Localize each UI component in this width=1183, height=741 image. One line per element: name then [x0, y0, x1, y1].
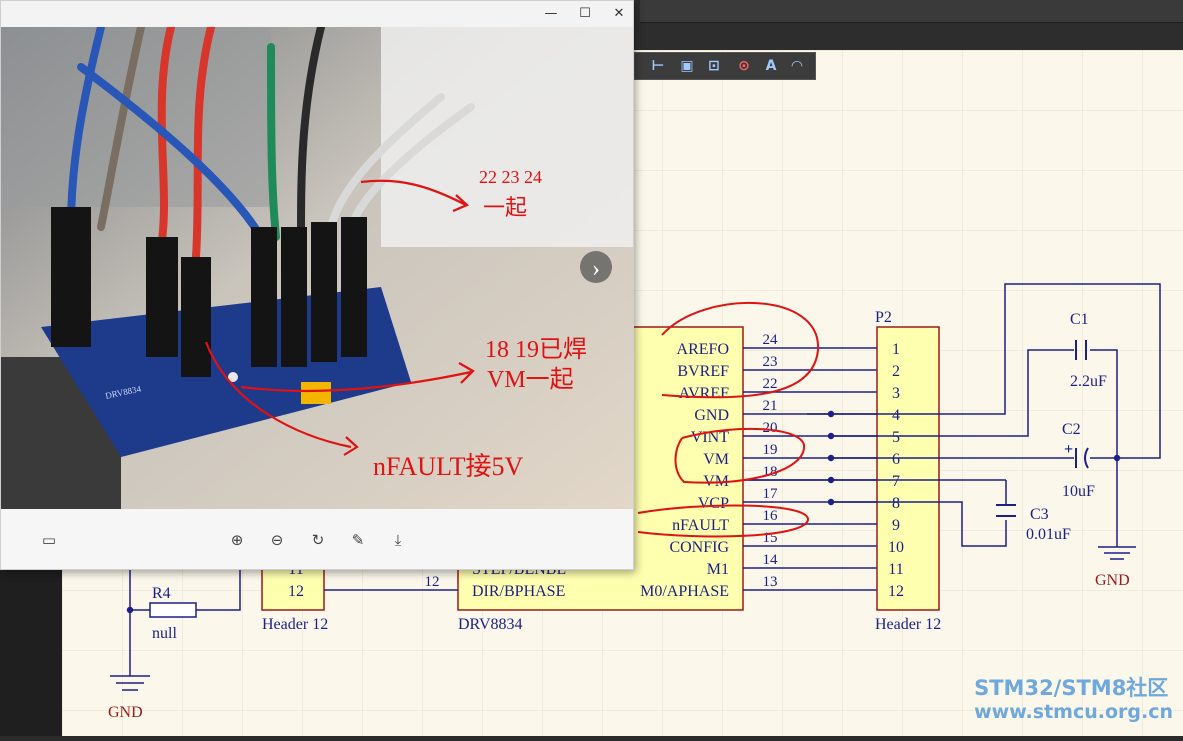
p2-pin-number: 9: [892, 517, 900, 534]
chip-pin-number: 20: [763, 420, 778, 436]
filmstrip-icon[interactable]: ▭: [38, 529, 60, 551]
close-button[interactable]: ✕: [607, 4, 631, 24]
chip-name: DRV8834: [458, 616, 523, 633]
schematic-toolbar: ⊢ ▣ ⊡ ⊙ A ◠: [634, 52, 816, 80]
gnd-label-left: GND: [108, 704, 143, 721]
c3-value: 0.01uF: [1026, 526, 1071, 543]
p2-pin-number: 4: [892, 407, 900, 424]
chip-pin-name: AREFO: [677, 341, 729, 358]
c3-ref: C3: [1030, 506, 1049, 523]
chip-pin-number: 21: [763, 398, 778, 414]
net-label-tool-icon[interactable]: ⊡: [705, 57, 723, 75]
photo-area[interactable]: › 22 23 24 一起 18 19已焊 VM一起 nFAULT接5V DRV…: [1, 27, 633, 509]
chip-pin-name: BVREF: [677, 363, 729, 380]
p2-pin-number: 1: [892, 341, 900, 358]
p2-pin-number: 7: [892, 473, 900, 490]
tab-strip: [640, 0, 1183, 23]
p2-pin-number: 11: [888, 561, 903, 578]
c1-value: 2.2uF: [1070, 373, 1107, 390]
port-tool-icon[interactable]: ⊙: [735, 57, 753, 75]
p2-pin-number: 6: [892, 451, 900, 468]
minimize-button[interactable]: —: [539, 4, 563, 24]
arc-tool-icon[interactable]: ◠: [788, 57, 806, 75]
chip-pin-number: 16: [763, 508, 779, 524]
text-tool-icon[interactable]: A: [762, 57, 780, 75]
forum-watermark: STM32/STM8社区 www.stmcu.org.cn: [974, 676, 1173, 724]
p2-name: Header 12: [875, 616, 941, 633]
r4-ref: R4: [152, 585, 171, 602]
p2-ref: P2: [875, 309, 892, 326]
chip-pin-number: 22: [763, 376, 778, 392]
viewer-title-bar[interactable]: — ☐ ✕: [1, 1, 633, 27]
chip-pin-number: 14: [763, 552, 779, 568]
watermark-line1: STM32/STM8社区: [974, 676, 1169, 700]
chip-pin-number: 13: [763, 574, 778, 590]
chip-left-pin-number: 12: [425, 574, 440, 590]
wire-tool-icon[interactable]: ⊢: [649, 57, 667, 75]
photo-viewer-window[interactable]: — ☐ ✕ › 22 23 24 一起 18 19已焊 VM一起 nFAULT接…: [0, 0, 634, 570]
p2-pin-number: 12: [888, 583, 904, 600]
next-photo-icon[interactable]: ›: [592, 256, 600, 282]
chip-pin-name: CONFIG: [669, 539, 729, 556]
chip-pin-number: 17: [763, 486, 779, 502]
chip-pin-name: M0/APHASE: [640, 583, 729, 600]
c2-plus: +: [1064, 441, 1073, 458]
chip-pin-name: VM: [703, 451, 729, 468]
chip-pin-number: 24: [763, 332, 779, 348]
chip-left-pin-name: DIR/BPHASE: [472, 583, 565, 600]
p2-pin-number: 10: [888, 539, 904, 556]
chip-pin-name: GND: [694, 407, 729, 424]
watermark-line2: www.stmcu.org.cn: [974, 701, 1173, 723]
p2-pin-number: 8: [892, 495, 900, 512]
chip-pin-number: 19: [763, 442, 778, 458]
annotation-together-1: 一起: [483, 195, 527, 220]
chip-pin-name: M1: [707, 561, 729, 578]
annotation-vm-together: VM一起: [487, 366, 574, 393]
photo-image: › 22 23 24 一起 18 19已焊 VM一起 nFAULT接5V DRV…: [1, 27, 633, 509]
c1-ref: C1: [1070, 311, 1089, 328]
part-tool-icon[interactable]: ▣: [678, 57, 696, 75]
zoom-in-icon[interactable]: ⊕: [226, 529, 248, 551]
p2-pin-number: 5: [892, 429, 900, 446]
c2-value: 10uF: [1062, 483, 1095, 500]
p2-pin-number: 2: [892, 363, 900, 380]
left-header-name: Header 12: [262, 616, 328, 633]
chip-pin-name: nFAULT: [672, 517, 729, 534]
p2-header-body[interactable]: [876, 326, 940, 611]
zoom-out-icon[interactable]: ⊖: [266, 529, 288, 551]
save-icon[interactable]: ⤓: [387, 529, 409, 551]
r4-value: null: [152, 625, 177, 642]
chip-pin-name: AVREF: [679, 385, 729, 402]
annotation-18-19-soldered: 18 19已焊: [485, 336, 587, 363]
annotation-22-23-24: 22 23 24: [479, 167, 542, 187]
gnd-label-right: GND: [1095, 572, 1130, 589]
rotate-icon[interactable]: ↻: [307, 529, 329, 551]
p2-pin-number: 3: [892, 385, 900, 402]
c2-ref: C2: [1062, 421, 1081, 438]
chip-pin-number: 23: [763, 354, 778, 370]
viewer-toolbar: ▭ ⊕ ⊖ ↻ ✎ ⤓: [1, 509, 633, 569]
annotation-nfault-5v: nFAULT接5V: [373, 452, 523, 481]
chip-pin-name: VCP: [698, 495, 729, 512]
edit-icon[interactable]: ✎: [347, 529, 369, 551]
left-header-pin-12: 12: [288, 583, 304, 600]
maximize-button[interactable]: ☐: [573, 4, 597, 24]
